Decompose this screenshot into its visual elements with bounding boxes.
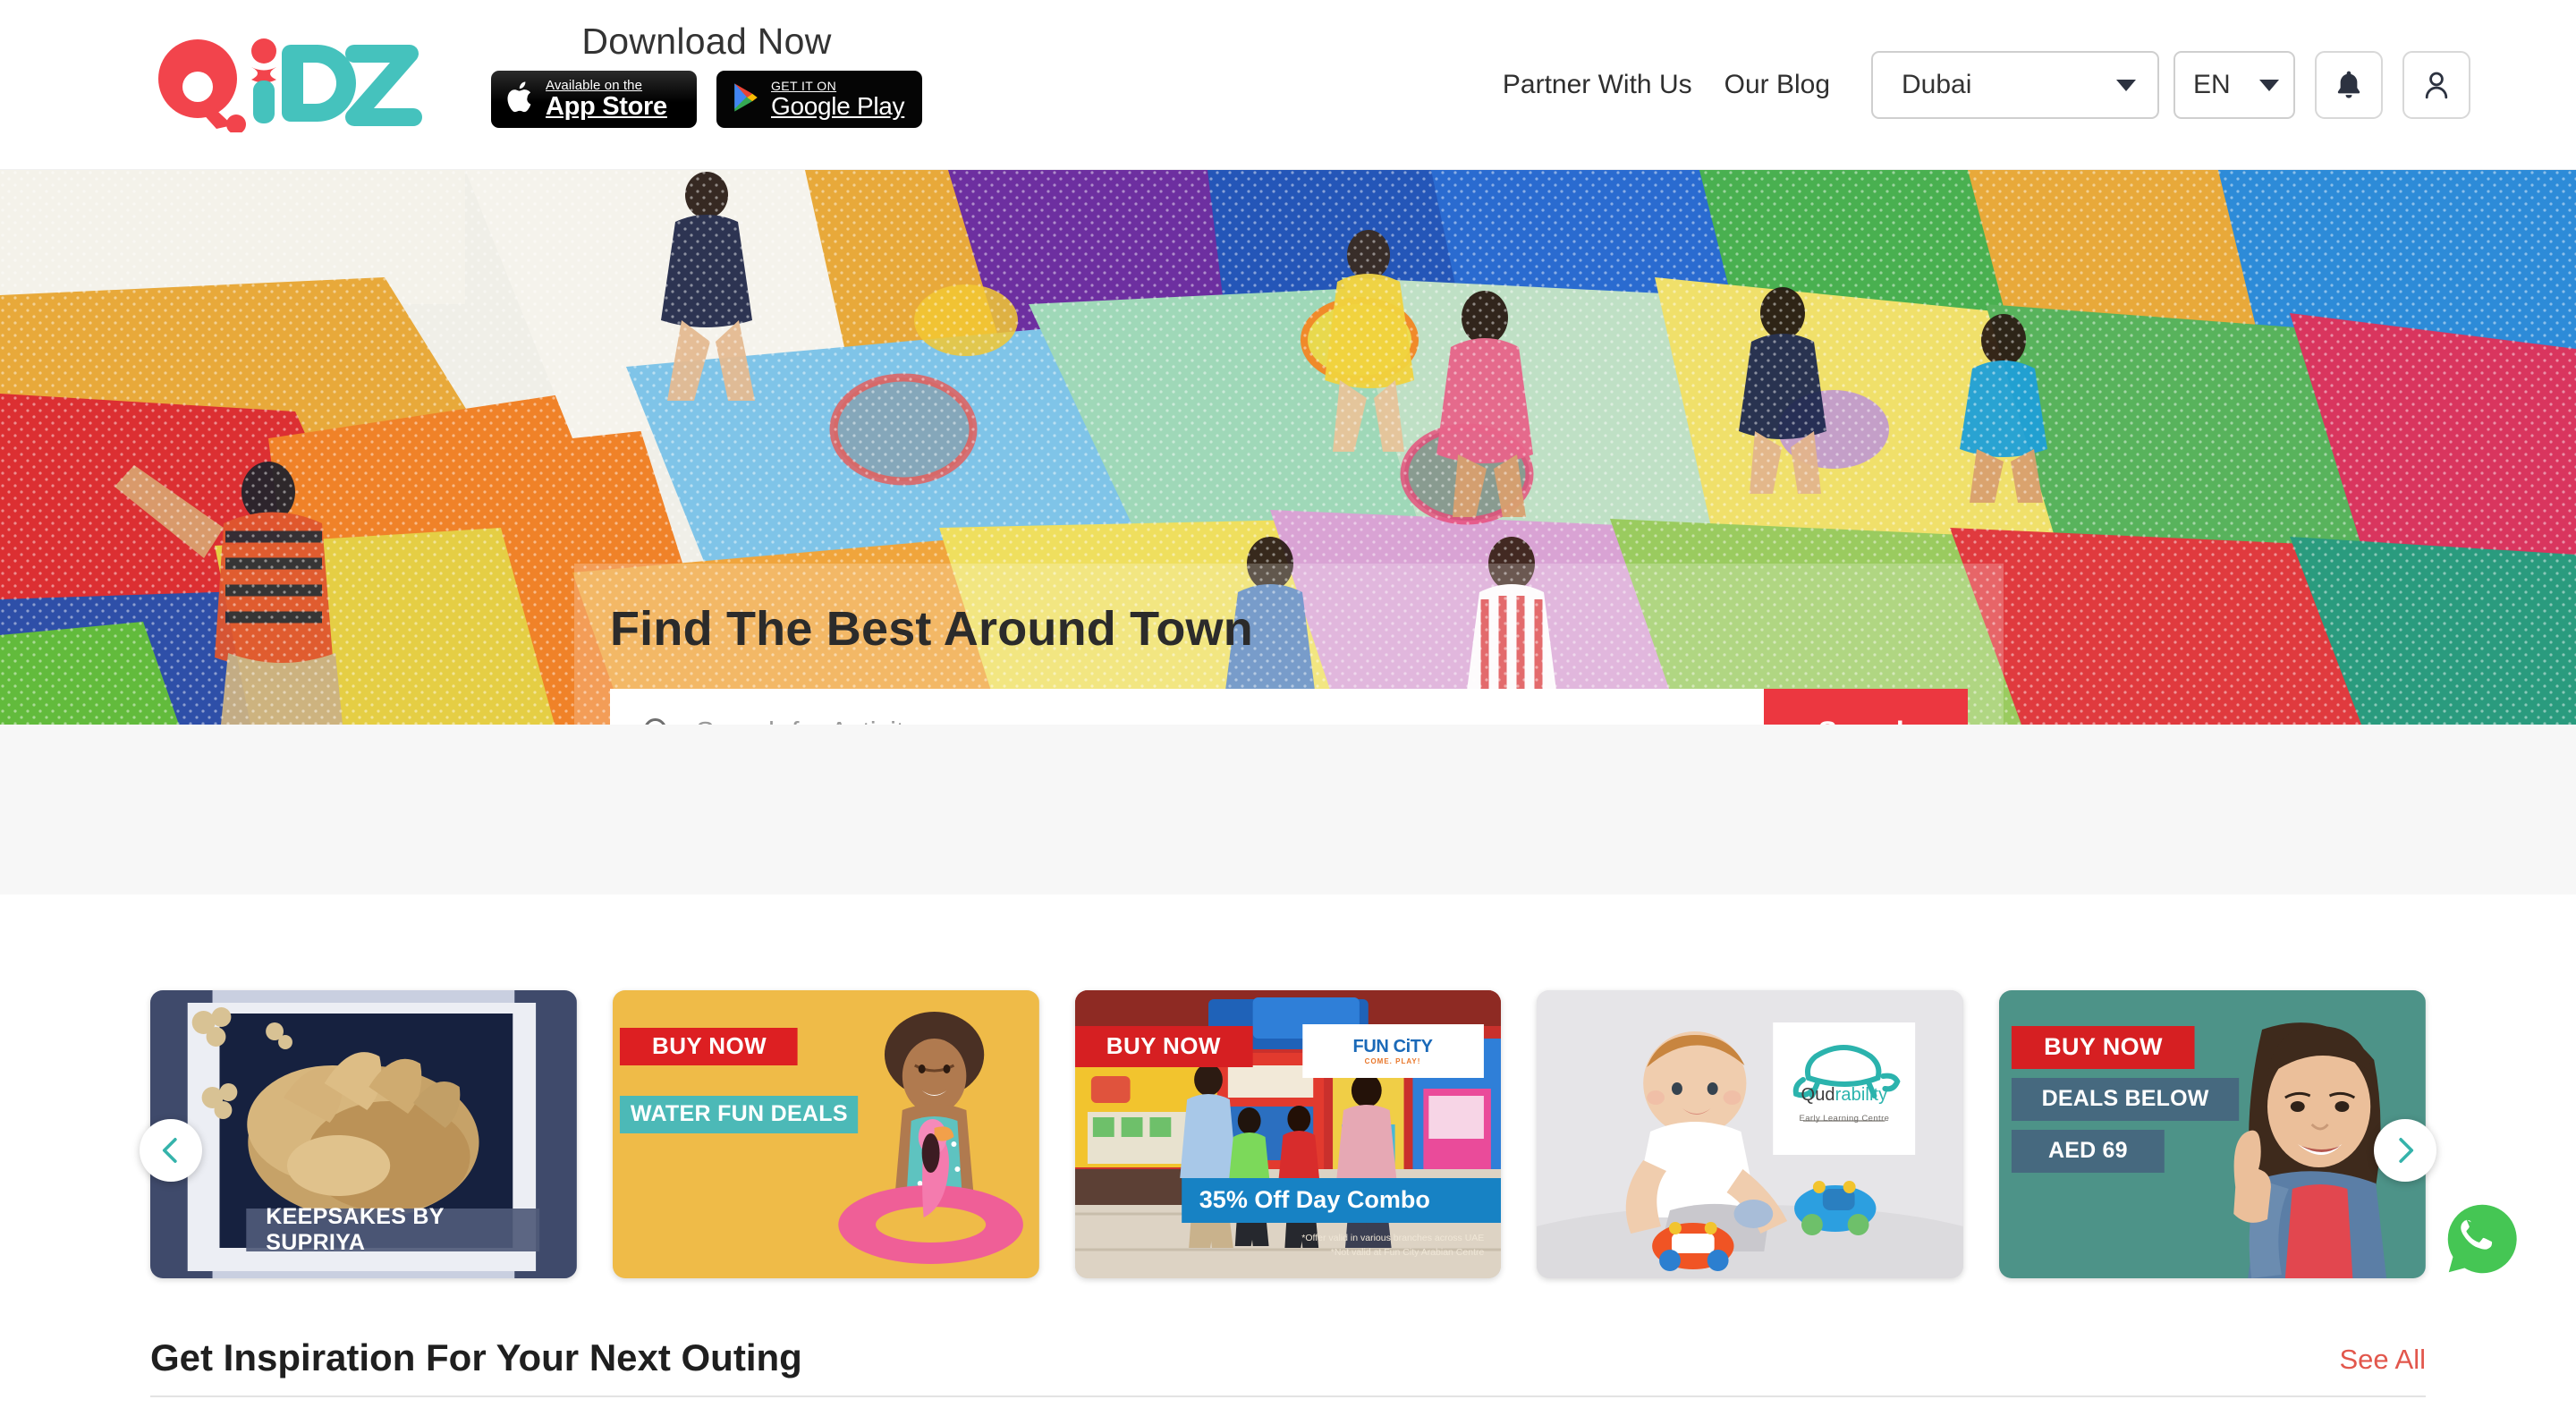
hero-search-panel: Find The Best Around Town Search — [574, 564, 2004, 725]
promo-card-fun-city[interactable]: BUY NOW FUN CiTY COME. PLAY! 35% Off Day… — [1074, 990, 1502, 1278]
inspiration-see-all-link[interactable]: See All — [2339, 1344, 2426, 1379]
promo-card-deals-below-subtitle: AED 69 — [2047, 1138, 2128, 1164]
account-button[interactable] — [2402, 51, 2470, 119]
promo-card-keepsakes[interactable]: KEEPSAKES BY SUPRIYA — [150, 990, 577, 1278]
user-icon — [2425, 72, 2448, 99]
google-play-text: GET IT ON Google Play — [771, 79, 905, 120]
inspiration-title: Get Inspiration For Your Next Outing — [150, 1336, 802, 1378]
search-button[interactable]: Search — [1764, 689, 1968, 725]
promo-card-fun-city-title: 35% Off Day Combo — [1199, 1186, 1430, 1214]
header-nav-right: Partner With Us Our Blog Dubai EN — [1487, 0, 2470, 170]
site-logo[interactable] — [150, 36, 428, 132]
qidz-logo-icon — [158, 38, 422, 132]
app-badges: Available on the App Store GET IT ON Goo… — [487, 71, 926, 129]
content-spacer-band — [0, 725, 2576, 895]
promo-card-qudrability-title: Qudrability — [1801, 1085, 1888, 1106]
google-play-small-label: GET IT ON — [771, 79, 837, 94]
white-spacer — [0, 895, 2576, 973]
promo-card-water-fun[interactable]: BUY NOW WATER FUN DEALS — [612, 990, 1039, 1278]
apple-icon — [505, 80, 536, 120]
carousel-next-button[interactable] — [2374, 1119, 2436, 1182]
inspiration-tiles — [150, 1397, 2426, 1408]
hero-search-row: Search — [610, 689, 1968, 725]
hero-banner: Find The Best Around Town Search — [0, 170, 2576, 725]
bell-icon — [2337, 71, 2360, 98]
promo-card-fun-city-badge: BUY NOW — [1106, 1032, 1221, 1060]
promo-card-fun-city-fineprint-1: *Offer valid in various branches across … — [1301, 1233, 1485, 1244]
hero-title: Find The Best Around Town — [610, 602, 1253, 656]
promo-card-fun-city-logo: FUN CiTY — [1352, 1036, 1433, 1056]
promo-card-fun-city-fineprint-2: *Not valid at Fun City Arabian Centre — [1330, 1246, 1485, 1258]
promo-card-deals-below-title: DEALS BELOW — [2041, 1086, 2209, 1112]
promo-card-qudrability[interactable]: Qudrability Early Learning Centre — [1537, 990, 1964, 1278]
notifications-button[interactable] — [2315, 51, 2383, 119]
carousel-prev-button[interactable] — [140, 1119, 202, 1182]
nav-our-blog[interactable]: Our Blog — [1708, 70, 1846, 100]
promo-card-fun-city-tagline: COME. PLAY! — [1364, 1056, 1421, 1065]
app-store-text: Available on the App Store — [546, 79, 667, 120]
chevron-down-icon — [2259, 79, 2279, 91]
site-header: Download Now Available on the App Store — [0, 0, 2576, 170]
app-store-big-label: App Store — [546, 91, 667, 121]
promo-card-keepsakes-title: KEEPSAKES BY SUPRIYA — [266, 1204, 445, 1256]
promo-card-qudrability-subtitle: Early Learning Centre — [1799, 1114, 1890, 1124]
promo-card-water-fun-badge: BUY NOW — [652, 1032, 767, 1060]
download-now-title: Download Now — [581, 21, 832, 62]
promo-carousel: KEEPSAKES BY SUPRIYA BUY NOW WATER FUN D… — [0, 973, 2576, 1295]
inspiration-section: Get Inspiration For Your Next Outing See… — [0, 1295, 2576, 1408]
google-play-badge[interactable]: GET IT ON Google Play — [716, 71, 922, 129]
search-input[interactable] — [696, 716, 1733, 725]
inspiration-section-header: Get Inspiration For Your Next Outing See… — [150, 1336, 2426, 1397]
whatsapp-icon — [2443, 1200, 2521, 1278]
qudrability-artwork — [1537, 990, 1964, 1278]
language-select[interactable]: EN — [2174, 51, 2295, 119]
download-app-block: Download Now Available on the App Store — [487, 20, 926, 129]
google-play-icon — [731, 81, 761, 119]
language-select-value: EN — [2193, 70, 2231, 99]
app-store-badge[interactable]: Available on the App Store — [491, 71, 697, 129]
promo-card-water-fun-title: WATER FUN DEALS — [630, 1101, 848, 1127]
city-select[interactable]: Dubai — [1871, 51, 2159, 119]
promo-card-deals-below[interactable]: BUY NOW DEALS BELOW AED 69 — [1999, 990, 2426, 1278]
promo-card-deals-below-badge: BUY NOW — [2044, 1033, 2163, 1061]
chevron-right-icon — [2399, 1138, 2414, 1163]
google-play-big-label: Google Play — [771, 91, 905, 120]
search-icon — [645, 718, 665, 725]
chevron-down-icon — [2116, 79, 2136, 91]
city-select-value: Dubai — [1902, 70, 1972, 99]
app-store-small-label: Available on the — [546, 78, 643, 94]
whatsapp-float-button[interactable] — [2438, 1195, 2526, 1283]
search-field[interactable] — [610, 689, 1764, 725]
nav-partner-with-us[interactable]: Partner With Us — [1487, 70, 1708, 100]
chevron-left-icon — [162, 1138, 177, 1163]
